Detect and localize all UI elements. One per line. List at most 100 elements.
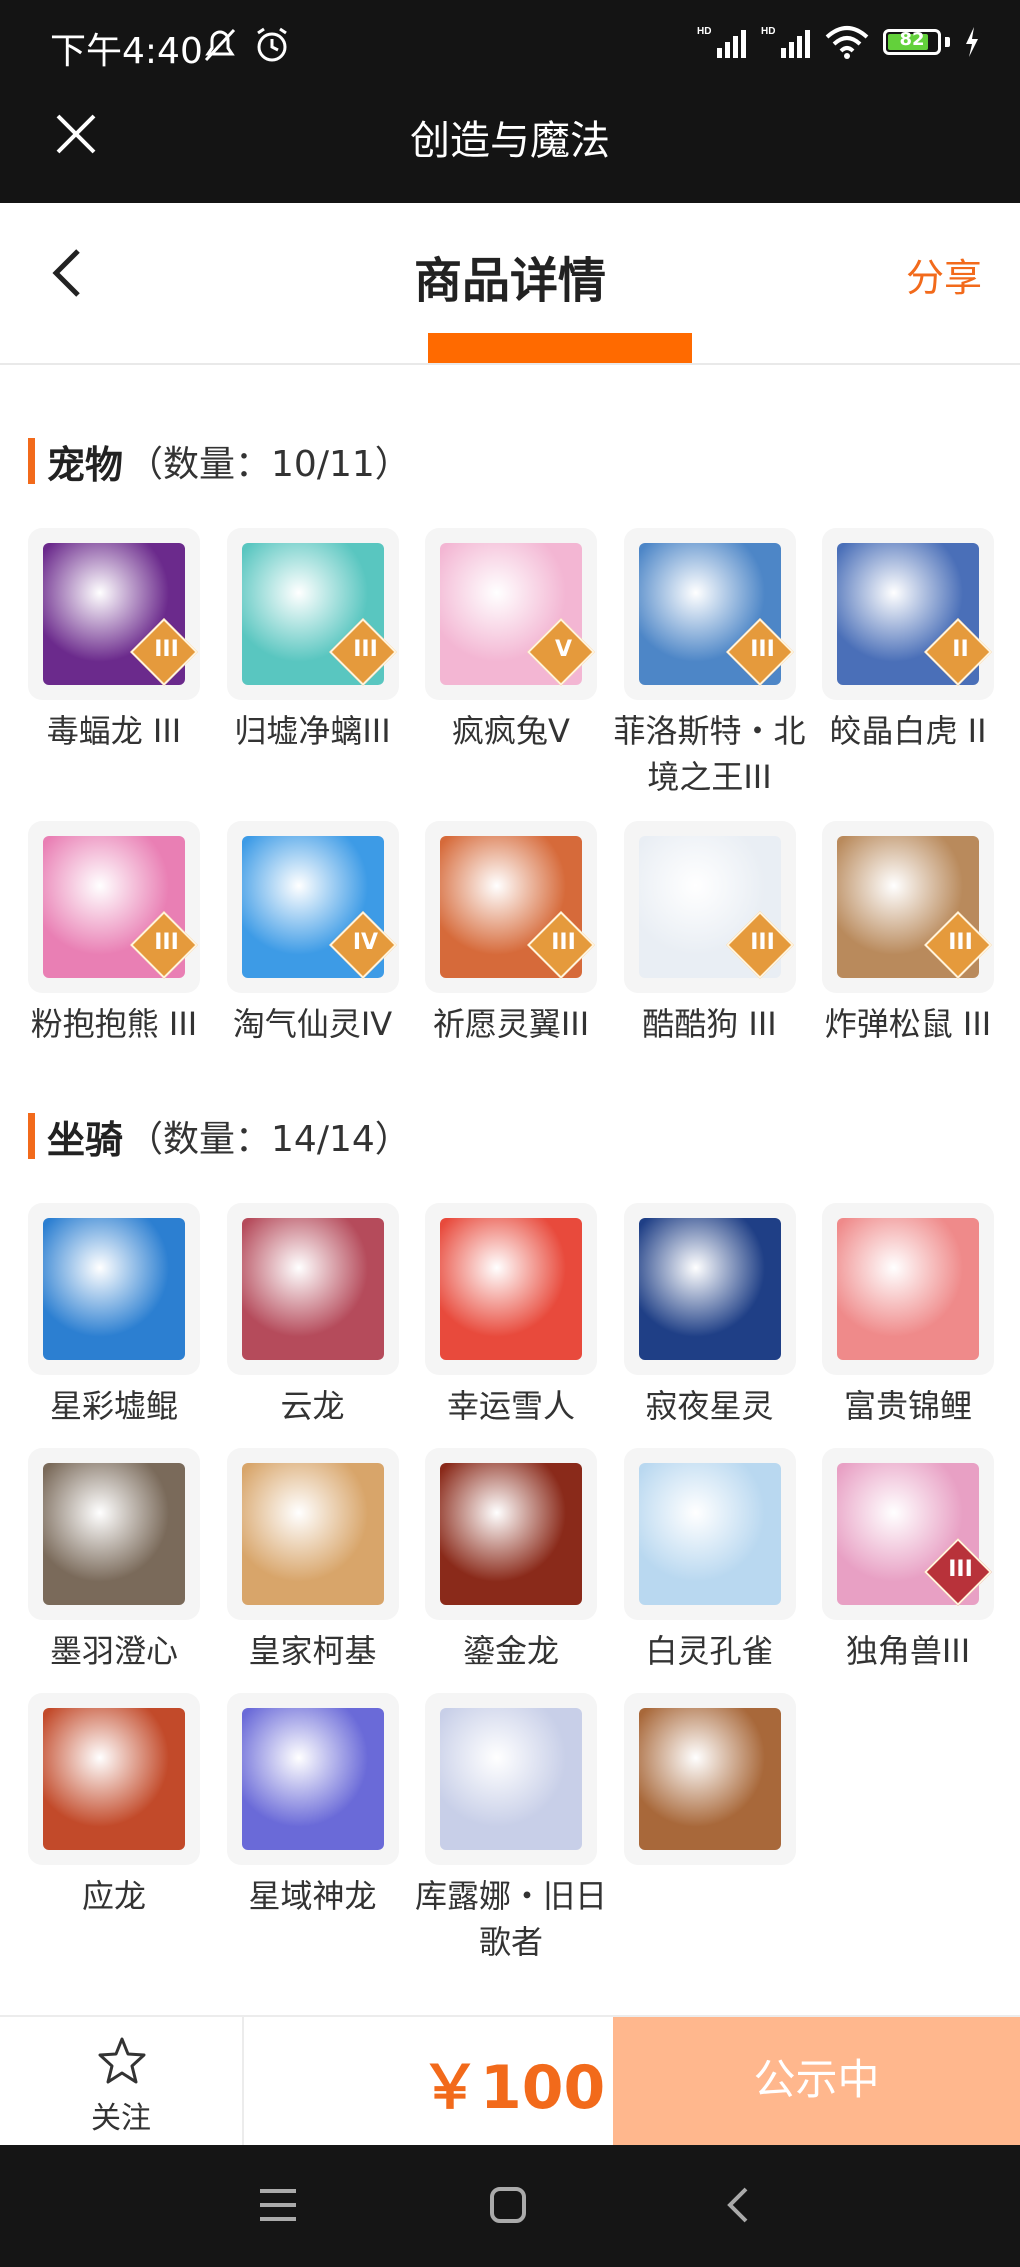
item-thumbnail: IV — [226, 821, 399, 993]
item-name: 归墟净螭III — [234, 712, 391, 750]
tab-indicator — [428, 333, 692, 363]
item-image — [638, 1463, 781, 1605]
item-name: 云龙 — [280, 1387, 345, 1425]
item-card[interactable]: V 疯疯兔V — [425, 528, 597, 754]
item-name: 菲洛斯特・北境之王III — [613, 712, 806, 796]
rank-badge-label: III — [948, 1557, 973, 1583]
item-name: 毒蝠龙 III — [46, 712, 182, 750]
section-accent-bar — [28, 1113, 35, 1159]
item-name: 寂夜星灵 — [645, 1387, 774, 1425]
star-icon — [98, 2037, 146, 2084]
section-name: 坐骑 — [47, 1117, 124, 1162]
item-thumbnail — [226, 1448, 399, 1620]
item-thumbnail — [226, 1203, 399, 1375]
rank-badge-label: III — [948, 930, 973, 956]
item-image — [638, 1708, 781, 1850]
item-thumbnail: III — [623, 821, 796, 993]
status-time: 下午4:40 — [50, 31, 203, 72]
item-thumbnail — [425, 1203, 597, 1375]
item-name: 星彩墟鲲 — [49, 1387, 178, 1425]
share-button[interactable]: 分享 — [906, 247, 982, 302]
item-thumbnail — [425, 1448, 597, 1620]
home-icon[interactable] — [488, 2185, 528, 2225]
item-card[interactable]: 白灵孔雀 — [623, 1448, 796, 1674]
item-image — [43, 1463, 185, 1605]
svg-text:HD: HD — [697, 26, 711, 37]
item-thumbnail — [623, 1448, 796, 1620]
item-name: 淘气仙灵IV — [232, 1005, 393, 1043]
rank-badge-label: III — [154, 930, 179, 956]
item-card[interactable]: 库露娜・旧日歌者 — [415, 1693, 607, 1965]
item-name: 酷酷狗 III — [642, 1005, 777, 1043]
section-count: （数量：10/11） — [127, 444, 411, 485]
item-thumbnail: II — [822, 528, 994, 700]
battery-level: 82 — [899, 29, 925, 50]
item-card[interactable]: II 皎晶白虎 II — [822, 528, 994, 754]
item-image — [241, 1463, 384, 1605]
item-card[interactable]: IV 淘气仙灵IV — [226, 821, 399, 1047]
system-nav-bar — [0, 2145, 1020, 2267]
rank-badge-label: III — [551, 930, 576, 956]
price: ￥100 — [420, 2053, 606, 2123]
item-thumbnail: III — [425, 821, 597, 993]
nav-back-icon[interactable] — [722, 2185, 752, 2225]
item-thumbnail — [623, 1693, 796, 1865]
item-name: 祈愿灵翼III — [432, 1005, 590, 1043]
item-card[interactable]: III 粉抱抱熊 III — [28, 821, 200, 1047]
battery-cap — [945, 37, 950, 47]
item-thumbnail — [28, 1448, 200, 1620]
item-card[interactable]: 星彩墟鲲 — [28, 1203, 200, 1429]
item-name: 应龙 — [81, 1877, 146, 1915]
item-thumbnail: V — [425, 528, 597, 700]
item-thumbnail: III — [28, 821, 200, 993]
item-card[interactable]: III 炸弹松鼠 III — [822, 821, 994, 1047]
item-image — [638, 1218, 781, 1360]
item-card[interactable]: III 归墟净螭III — [226, 528, 399, 754]
rank-badge-label: II — [952, 637, 969, 663]
item-name: 星域神龙 — [248, 1877, 377, 1915]
item-card[interactable]: 寂夜星灵 — [623, 1203, 796, 1429]
item-card[interactable]: 富贵锦鲤 — [822, 1203, 994, 1429]
item-thumbnail: III — [822, 1448, 994, 1620]
item-image — [241, 1218, 384, 1360]
publicity-status-button[interactable]: 公示中 — [613, 2017, 1020, 2147]
item-thumbnail: III — [28, 528, 200, 700]
app-title: 创造与魔法 — [410, 118, 610, 164]
item-thumbnail: III — [623, 528, 796, 700]
item-card[interactable] — [623, 1693, 796, 1873]
item-card[interactable]: 云龙 — [226, 1203, 399, 1429]
item-card[interactable]: III 菲洛斯特・北境之王III — [613, 528, 806, 800]
follow-label: 关注 — [91, 2101, 151, 2136]
item-name: 富贵锦鲤 — [843, 1387, 972, 1425]
item-name: 鎏金龙 — [462, 1632, 559, 1670]
item-thumbnail — [822, 1203, 994, 1375]
item-card[interactable]: 皇家柯基 — [226, 1448, 399, 1674]
status-right: HD HD 82 — [697, 24, 980, 60]
item-image — [43, 1708, 185, 1850]
item-card[interactable]: III 毒蝠龙 III — [28, 528, 200, 754]
item-image — [440, 1463, 582, 1605]
section-count: （数量：14/14） — [127, 1119, 411, 1160]
item-card[interactable]: III 独角兽III — [822, 1448, 994, 1674]
item-card[interactable]: III 祈愿灵翼III — [425, 821, 597, 1047]
item-card[interactable]: 鎏金龙 — [425, 1448, 597, 1674]
charging-icon — [966, 27, 978, 57]
item-card[interactable]: 墨羽澄心 — [28, 1448, 200, 1674]
status-icons — [200, 26, 292, 64]
item-card[interactable]: 星域神龙 — [226, 1693, 399, 1919]
item-card[interactable]: 幸运雪人 — [425, 1203, 597, 1429]
item-card[interactable]: III 酷酷狗 III — [623, 821, 796, 1047]
item-name: 炸弹松鼠 III — [824, 1005, 992, 1043]
signal-icon: HD — [761, 26, 810, 58]
menu-icon[interactable] — [258, 2185, 298, 2225]
follow-button[interactable]: 关注 — [0, 2017, 244, 2147]
item-image — [837, 1218, 979, 1360]
rank-badge-label: III — [154, 637, 179, 663]
item-thumbnail — [425, 1693, 597, 1865]
item-name: 白灵孔雀 — [645, 1632, 774, 1670]
item-image — [241, 1708, 384, 1850]
wifi-icon — [825, 26, 869, 59]
item-name: 皇家柯基 — [248, 1632, 377, 1670]
item-card[interactable]: 应龙 — [28, 1693, 200, 1919]
item-thumbnail: III — [822, 821, 994, 993]
